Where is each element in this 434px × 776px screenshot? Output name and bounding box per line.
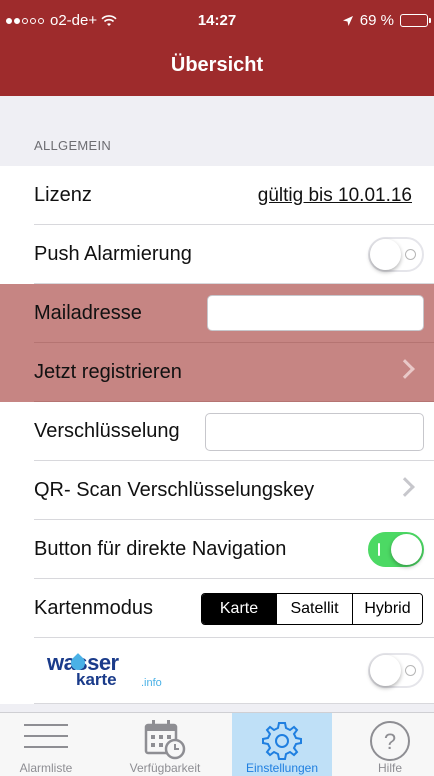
map-mode-satellit[interactable]: Satellit [276,594,352,624]
tab-label: Verfügbarkeit [129,761,201,775]
register-label: Jetzt registrieren [34,361,182,383]
gear-icon [262,722,302,760]
calendar-clock-icon [144,720,186,760]
tab-label: Alarmliste [19,761,73,775]
tab-bar: Alarmliste Verfügbarkeit Einstellungen ?… [0,712,434,776]
register-row[interactable]: Jetzt registrieren [0,343,434,402]
status-bar: o2-de+ 14:27 69 % [0,0,434,40]
push-alarm-toggle[interactable] [368,237,424,272]
map-mode-row: Kartenmodus Karte Satellit Hybrid [0,579,434,638]
map-mode-karte[interactable]: Karte [202,594,276,624]
direct-navigation-toggle[interactable] [368,532,424,567]
page-title: Übersicht [170,54,264,76]
direct-navigation-label: Button für direkte Navigation [34,538,287,560]
settings-list: Lizenz gültig bis 10.01.16 Push Alarmier… [0,166,434,704]
svg-text:?: ? [384,729,396,754]
navigation-bar: Übersicht [0,40,434,96]
qr-scan-label: QR- Scan Verschlüsselungskey [34,479,315,501]
wasserkarte-row: wasser karte .info [0,638,434,704]
license-label: Lizenz [34,184,92,206]
tab-alarmliste[interactable]: Alarmliste [0,713,96,776]
battery-icon [400,14,431,27]
tab-einstellungen[interactable]: Einstellungen [232,713,332,776]
list-icon [24,724,68,748]
license-validity-link[interactable]: gültig bis 10.01.16 [258,185,412,207]
tab-hilfe[interactable]: ? Hilfe [340,713,434,776]
status-right: 69 % [342,12,431,29]
tab-label: Einstellungen [245,761,319,775]
help-icon: ? [370,721,410,761]
push-alarm-row: Push Alarmierung [0,225,434,284]
direct-navigation-row: Button für direkte Navigation [0,520,434,579]
mail-input[interactable] [207,295,424,331]
location-arrow-icon [342,15,353,26]
encryption-input[interactable] [205,413,424,451]
push-alarm-label: Push Alarmierung [34,243,192,265]
logo-text-info: .info [141,677,162,689]
mail-row: Mailadresse [0,284,434,343]
license-row: Lizenz gültig bis 10.01.16 [0,166,434,225]
mail-label: Mailadresse [34,302,142,324]
encryption-label: Verschlüsselung [34,420,180,442]
battery-percent: 69 % [359,12,394,29]
tab-label: Hilfe [377,761,402,775]
map-mode-label: Kartenmodus [34,597,153,619]
wasserkarte-logo: wasser karte .info [47,650,177,690]
logo-text-karte: karte [76,670,117,689]
wasserkarte-toggle[interactable] [368,653,424,688]
map-mode-hybrid[interactable]: Hybrid [352,594,422,624]
section-header: ALLGEMEIN [34,138,112,153]
chevron-right-icon [395,359,415,379]
encryption-row: Verschlüsselung [0,402,434,461]
qr-scan-row[interactable]: QR- Scan Verschlüsselungskey [0,461,434,520]
tab-verfuegbarkeit[interactable]: Verfügbarkeit [115,713,215,776]
map-mode-segmented-control: Karte Satellit Hybrid [201,593,423,625]
chevron-right-icon [395,477,415,497]
